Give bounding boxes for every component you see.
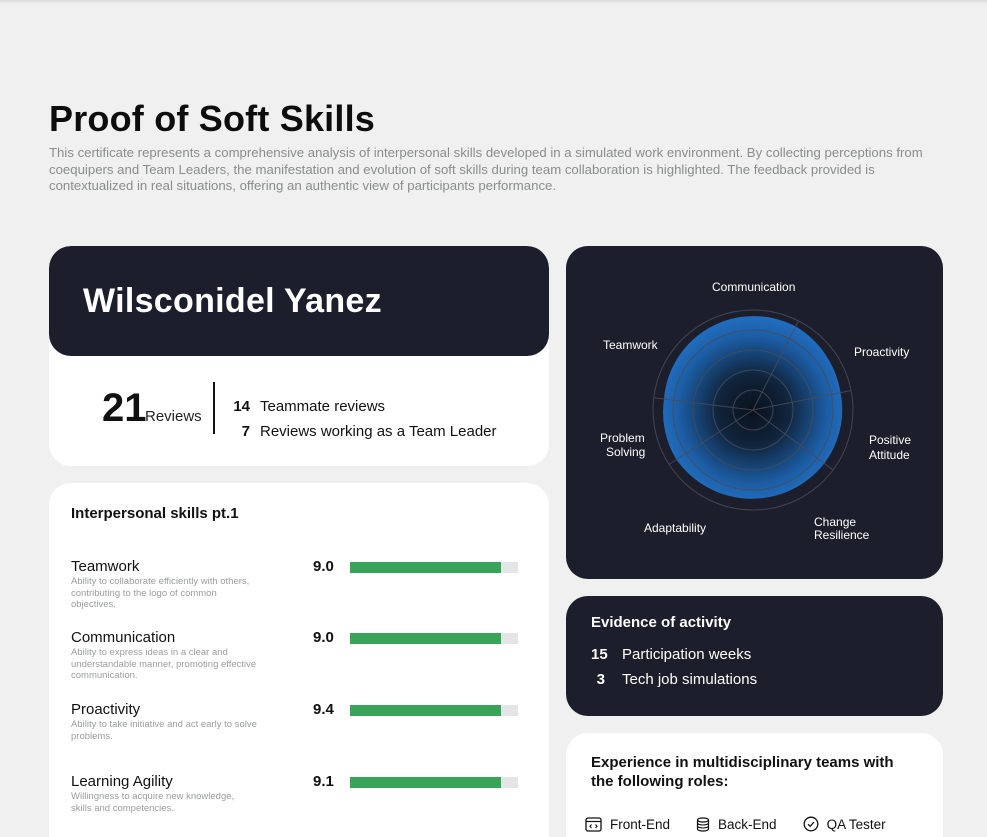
skill-progress-bar xyxy=(350,633,518,644)
teammate-reviews: 14 Teammate reviews xyxy=(226,398,385,415)
profile-header: Wilsconidel Yanez xyxy=(49,246,549,356)
radar-label-positive-attitude: Positive xyxy=(869,433,912,447)
skill-progress-fill xyxy=(350,562,502,573)
radar-label-communication: Communication xyxy=(712,280,796,294)
skill-progress-fill xyxy=(350,777,502,788)
radar-card: Communication Proactivity Positive Attit… xyxy=(566,246,943,579)
role-back-end: Back-End xyxy=(696,816,777,832)
skill-progress-bar xyxy=(350,562,518,573)
radar-label-change-resilience-2: Resilience xyxy=(814,528,870,542)
evidence-count: 3 xyxy=(596,671,605,688)
roles-list: Front-End Back-End QA Tester xyxy=(585,816,886,832)
evidence-item: 3 Tech job simulations xyxy=(591,671,757,688)
top-shadow xyxy=(0,0,987,4)
page-description: This certificate represents a comprehens… xyxy=(49,145,923,194)
skill-item: Proactivity Ability to take initiative a… xyxy=(71,701,531,742)
skills-card: Interpersonal skills pt.1 Teamwork Abili… xyxy=(49,483,549,837)
person-name: Wilsconidel Yanez xyxy=(83,281,382,320)
skill-description: Ability to express ideas in a clear and … xyxy=(71,647,257,682)
teammate-reviews-count: 14 xyxy=(233,398,250,415)
skill-item: Learning Agility Willingness to acquire … xyxy=(71,773,531,814)
skill-description: Ability to collaborate efficiently with … xyxy=(71,576,250,611)
role-front-end: Front-End xyxy=(585,816,670,832)
evidence-item: 15 Participation weeks xyxy=(591,646,751,663)
reviews-divider xyxy=(213,382,215,434)
skills-title: Interpersonal skills pt.1 xyxy=(71,505,239,522)
roles-card: Experience in multidisciplinary teams wi… xyxy=(566,733,943,837)
skill-progress-bar xyxy=(350,705,518,716)
radar-chart xyxy=(652,309,854,511)
evidence-label: Participation weeks xyxy=(622,646,752,663)
evidence-card: Evidence of activity 15 Participation we… xyxy=(566,596,943,716)
radar-label-change-resilience: Change xyxy=(814,515,857,529)
role-qa-tester: QA Tester xyxy=(803,816,886,832)
evidence-title: Evidence of activity xyxy=(591,614,732,631)
skill-item: Teamwork Ability to collaborate efficien… xyxy=(71,558,531,611)
role-label: Front-End xyxy=(610,816,671,832)
evidence-label: Tech job simulations xyxy=(622,671,758,688)
skill-progress-fill xyxy=(350,633,502,644)
radar-label-positive-attitude-2: Attitude xyxy=(869,448,910,462)
leader-reviews: 7 Reviews working as a Team Leader xyxy=(226,423,497,440)
skill-score: 9.0 xyxy=(313,558,334,575)
total-reviews-count: 21 xyxy=(102,386,147,430)
skill-score: 9.4 xyxy=(313,701,334,718)
radar-label-teamwork: Teamwork xyxy=(603,338,658,352)
radar-fill xyxy=(663,316,843,499)
role-label: Back-End xyxy=(718,816,777,832)
profile-card: Wilsconidel Yanez 21 Reviews 14 Teammate… xyxy=(49,246,549,466)
radar-label-adaptability: Adaptability xyxy=(644,521,707,535)
reviews-summary: 21 Reviews 14 Teammate reviews 7 Reviews… xyxy=(49,356,549,466)
skill-description: Willingness to acquire new knowledge, sk… xyxy=(71,791,235,814)
check-circle-icon xyxy=(803,816,819,832)
skill-score: 9.1 xyxy=(313,773,334,790)
evidence-count: 15 xyxy=(591,646,608,663)
page-title: Proof of Soft Skills xyxy=(49,98,376,139)
skill-progress-bar xyxy=(350,777,518,788)
leader-reviews-count: 7 xyxy=(241,423,250,440)
roles-title: Experience in multidisciplinary teams wi… xyxy=(591,754,894,790)
database-icon xyxy=(696,816,710,832)
teammate-reviews-label: Teammate reviews xyxy=(260,398,386,415)
radar-label-problem-solving-2: Solving xyxy=(606,445,646,459)
skill-progress-fill xyxy=(350,705,502,716)
radar-label-problem-solving: Problem xyxy=(600,431,645,445)
radar-label-proactivity: Proactivity xyxy=(854,345,910,359)
role-label: QA Tester xyxy=(826,816,886,832)
leader-reviews-label: Reviews working as a Team Leader xyxy=(260,423,497,440)
skill-item: Communication Ability to express ideas i… xyxy=(71,629,531,682)
skill-description: Ability to take initiative and act early… xyxy=(71,719,257,742)
total-reviews-label: Reviews xyxy=(145,408,202,425)
skill-score: 9.0 xyxy=(313,629,334,646)
code-window-icon xyxy=(585,816,602,832)
